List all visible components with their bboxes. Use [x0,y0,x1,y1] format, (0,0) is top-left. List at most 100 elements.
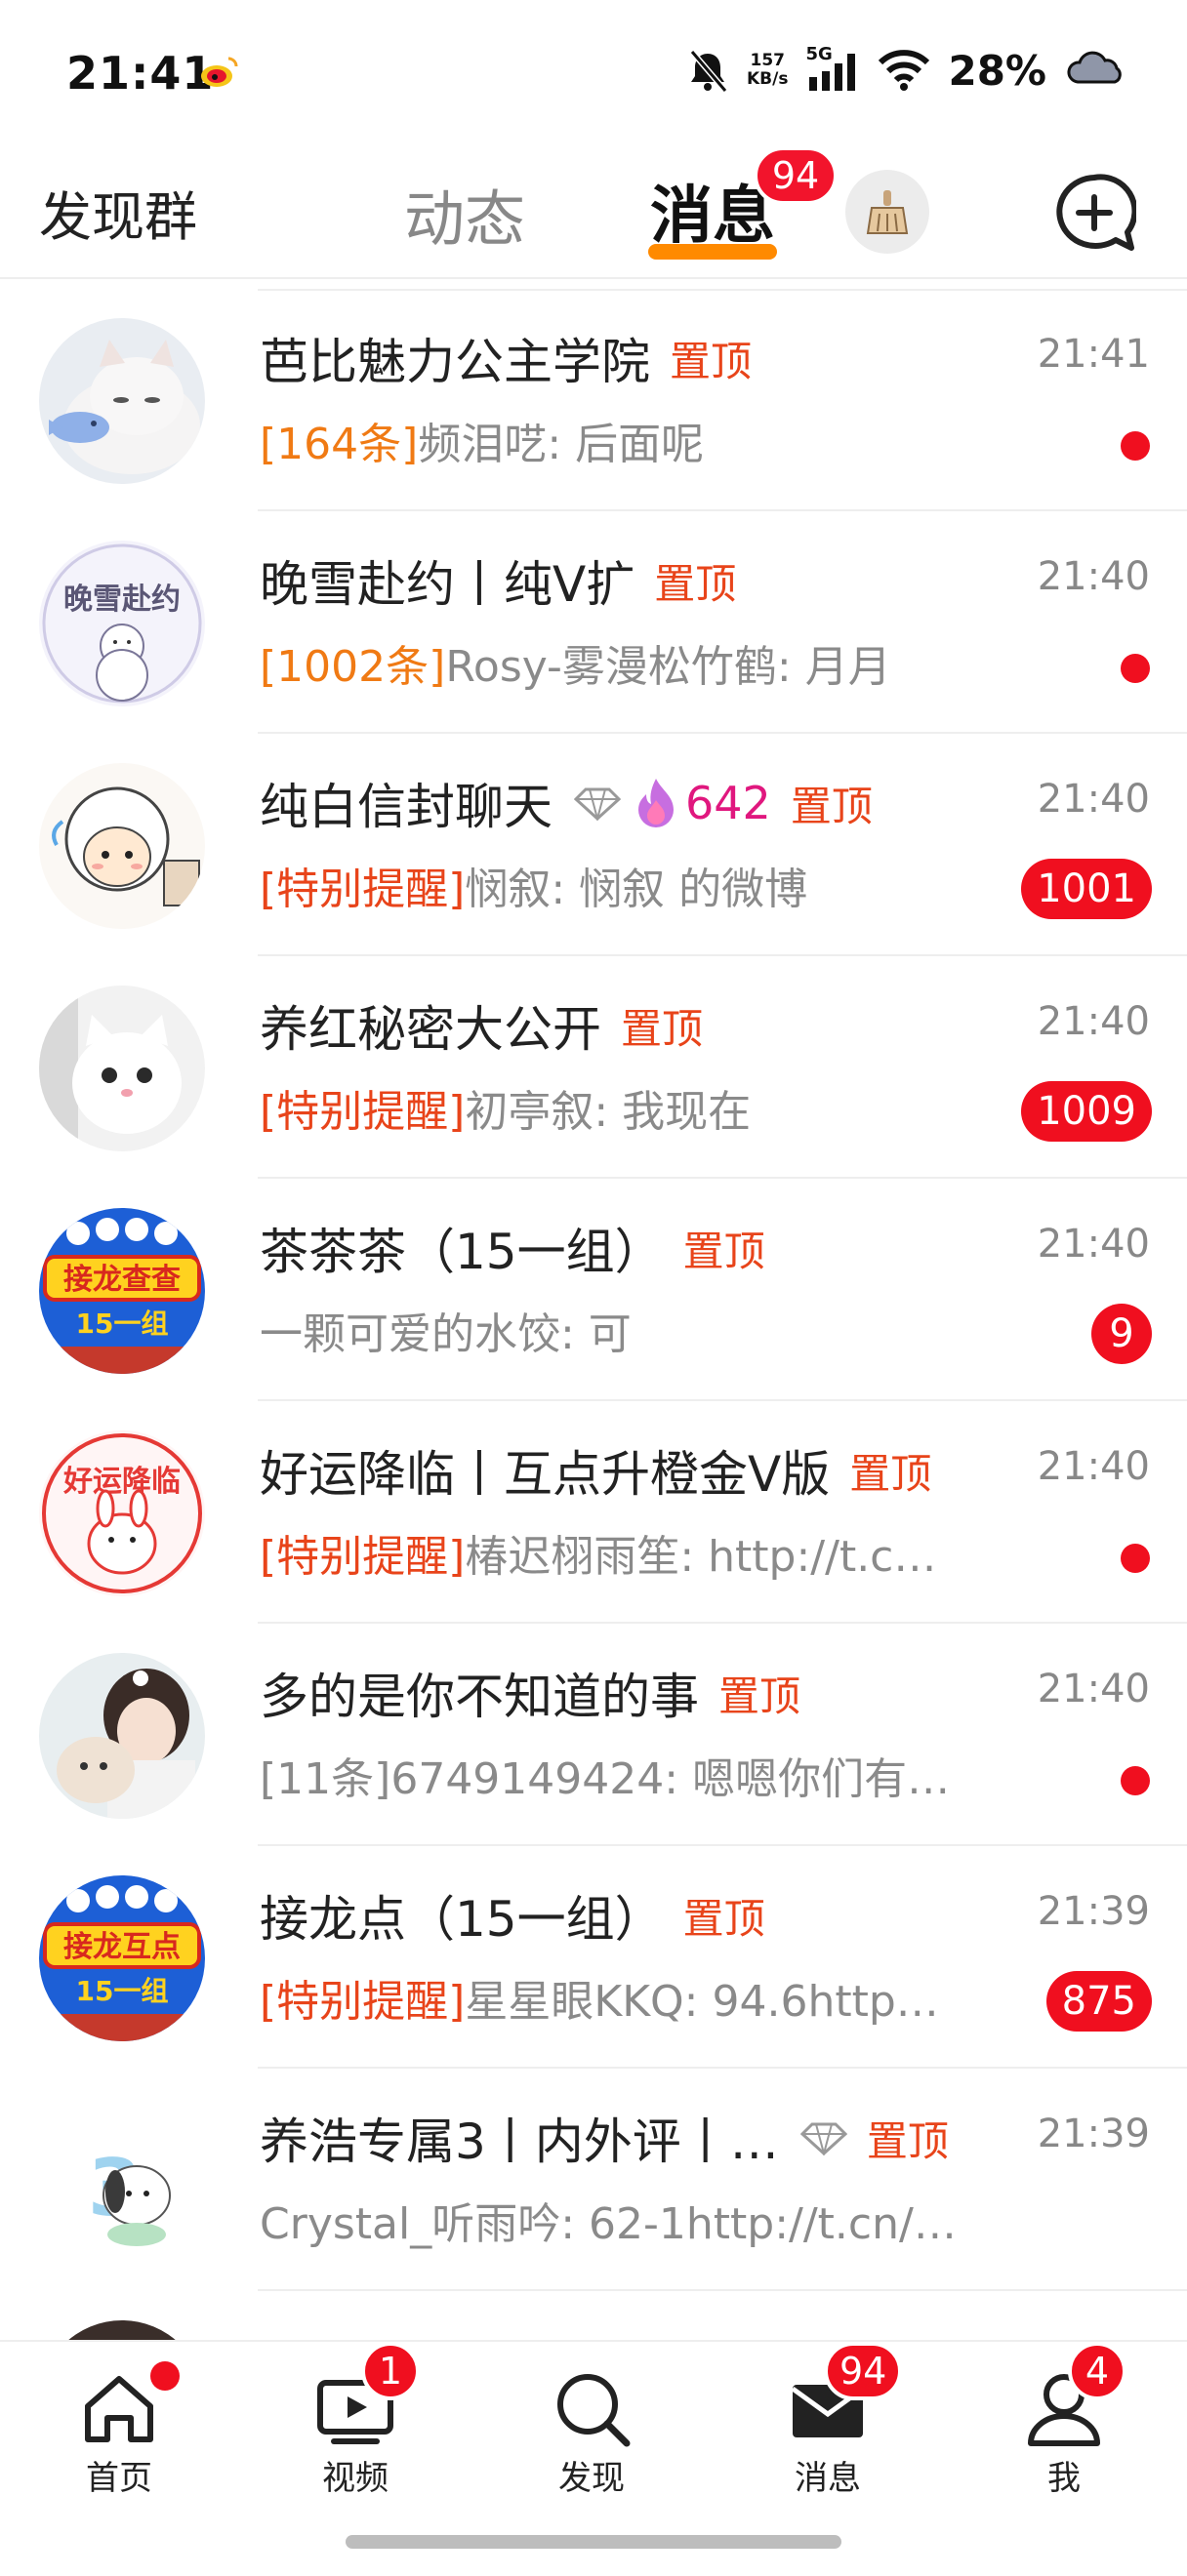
chat-title: 养红秘密大公开 [260,1001,601,1058]
good-luck-rabbit-avatar[interactable]: 好运降临 [39,1430,205,1596]
tab-home-label: 首页 [86,2459,152,2498]
discover-groups-link[interactable]: 发现群 [39,174,197,251]
wifi-icon [879,50,930,91]
chat-preview: 悯叙: 悯叙 的微博 [465,865,808,914]
chat-title: 多的是你不知道的事 [260,1669,699,1725]
chat-time: 21:40 [1037,1667,1150,1711]
tab-home[interactable]: 首页 [21,2342,217,2498]
tab-me[interactable]: 4 我 [966,2342,1162,2498]
chat-preview: 一颗可爱的水饺: 可 [260,1309,632,1359]
chat-row[interactable]: 3 养浩专属3丨内外评丨… 置顶 21:39 Crystal_听雨吟: 62-1… [0,2069,1187,2291]
chat-time: 21:39 [1037,1889,1150,1934]
chat-row[interactable]: 接龙互点 15一组 接龙点（15一组） 置顶 21:39 [特别提醒] 星星眼K… [0,1846,1187,2069]
snowman-sketch-avatar[interactable]: 晚雪赴约 [39,541,205,706]
battery-percent: 28% [948,46,1046,95]
avatar-text: 接龙互点 [63,1930,181,1964]
unread-count-badge: 9 [1091,1304,1152,1364]
message-count-tag: [11条] [260,1754,391,1804]
white-kitten-avatar[interactable] [39,986,205,1151]
home-unread-dot [150,2361,180,2391]
chat-row[interactable] [0,2291,1187,2342]
chat-row[interactable]: 养红秘密大公开 置顶 21:40 [特别提醒] 初亭叙: 我现在 1009 [0,956,1187,1179]
chat-time: 21:40 [1037,1444,1150,1489]
message-count-tag: [164条] [260,420,419,469]
chat-title: 好运降临丨互点升橙金V版 [260,1446,831,1503]
chat-row[interactable]: 接龙查查 15一组 茶茶茶（15一组） 置顶 21:40 一颗可爱的水饺: 可 … [0,1179,1187,1401]
messages-unread-badge: 94 [754,146,838,205]
search-icon [557,2374,631,2447]
compose-chat-icon [1056,174,1136,251]
avatar-subtext: 15一组 [76,1308,169,1340]
unread-count-badge: 875 [1045,1971,1152,2032]
chat-preview: Crystal_听雨吟: 62-1http://t.cn/… [260,2199,957,2249]
clean-unread-button[interactable] [845,170,929,254]
svg-text:晚雪赴约: 晚雪赴约 [63,583,181,617]
net-speed-unit: KB/s [747,69,789,89]
cloud-icon [1067,51,1122,84]
rabbit-blue-badge-avatar[interactable]: 接龙查查 15一组 [39,1208,205,1374]
me-badge: 4 [1068,2342,1126,2400]
special-reminder-tag: [特别提醒] [260,1087,466,1137]
diamond-icon [799,2120,847,2155]
chat-title: 接龙点（15一组） [260,1891,664,1948]
chat-preview: 频泪呓: 后面呢 [418,420,705,469]
chat-row[interactable]: 晚雪赴约 晚雪赴约丨纯V扩 置顶 21:40 [1002条] Rosy-雾漫松竹… [0,511,1187,734]
tab-dynamic[interactable]: 动态 [404,170,525,258]
chat-preview: Rosy-雾漫松竹鹤: 月月 [445,642,891,692]
chat-title: 晚雪赴约丨纯V扩 [260,556,635,613]
signal-icon: 5G [805,44,860,93]
net-speed-value: 157 [750,51,785,70]
pinned-label: 置顶 [682,1227,765,1275]
special-reminder-tag: [特别提醒] [260,865,466,914]
unread-dot [1121,1766,1150,1795]
pinned-label: 置顶 [849,1449,932,1498]
fire-count: 642 [685,777,771,829]
unread-count-badge: 1009 [1021,1081,1152,1142]
mute-bell-icon [689,50,728,93]
chat-time: 21:39 [1037,2112,1150,2156]
kitten-avatar[interactable] [39,318,205,484]
fire-icon [634,777,677,829]
chat-title: 茶茶茶（15一组） [260,1224,664,1280]
status-time: 21:41 [66,47,215,100]
compose-button[interactable] [1050,170,1138,258]
sheep-cartoon-avatar[interactable] [39,763,205,929]
chat-row[interactable]: 芭比魅力公主学院 置顶 21:41 [164条] 频泪呓: 后面呢 [0,289,1187,511]
chat-title: 养浩专属3丨内外评丨… [260,2113,779,2170]
avatar-text: 接龙查查 [63,1263,181,1297]
unread-dot [1121,1544,1150,1573]
home-icon [85,2376,153,2442]
rabbit-blue-badge-avatar[interactable]: 接龙互点 15一组 [39,1875,205,2041]
girl-with-cat-avatar[interactable] [39,1653,205,1819]
top-nav: 发现群 动态 消息 94 [0,146,1187,279]
tab-messages-bottom[interactable]: 94 消息 [730,2342,925,2498]
pinned-label: 置顶 [621,1004,704,1053]
pinned-label: 置顶 [790,782,873,830]
special-reminder-tag: [特别提醒] [260,1977,466,2027]
weibo-logo-icon [201,57,238,87]
chat-time: 21:40 [1037,554,1150,599]
chat-row[interactable]: 纯白信封聊天 642 置顶 21:40 [特别提醒] 悯叙: 悯叙 的微博 10… [0,734,1187,956]
unread-dot [1121,654,1150,683]
pinned-label: 置顶 [654,559,737,608]
chat-title: 纯白信封聊天 [260,779,553,835]
message-list[interactable]: 芭比魅力公主学院 置顶 21:41 [164条] 频泪呓: 后面呢 晚雪赴约 晚… [0,289,1187,2342]
tab-video[interactable]: 1 视频 [258,2342,453,2498]
chat-preview: 星星眼KKQ: 94.6http… [465,1977,939,2027]
unread-dot [1121,431,1150,461]
chat-time: 21:40 [1037,777,1150,822]
pochacco-avatar[interactable]: 3 [39,2098,205,2264]
pinned-label: 置顶 [718,1671,801,1720]
active-tab-underline [648,244,777,260]
pinned-label: 置顶 [866,2116,949,2165]
chat-row[interactable]: 多的是你不知道的事 置顶 21:40 [11条] 6749149424: 嗯嗯你… [0,1624,1187,1846]
tab-discover[interactable]: 发现 [494,2342,689,2498]
chat-preview: 椿迟栩雨笙: http://t.c… [465,1532,937,1582]
partial-avatar[interactable] [39,2320,205,2342]
video-badge: 1 [361,2342,420,2400]
chat-time: 21:41 [1037,332,1150,377]
net-speed: 157 KB/s [747,52,788,89]
chat-time: 21:40 [1037,1222,1150,1267]
chat-row[interactable]: 好运降临 好运降临丨互点升橙金V版 置顶 21:40 [特别提醒] 椿迟栩雨笙:… [0,1401,1187,1624]
avatar-subtext: 15一组 [76,1975,169,2007]
